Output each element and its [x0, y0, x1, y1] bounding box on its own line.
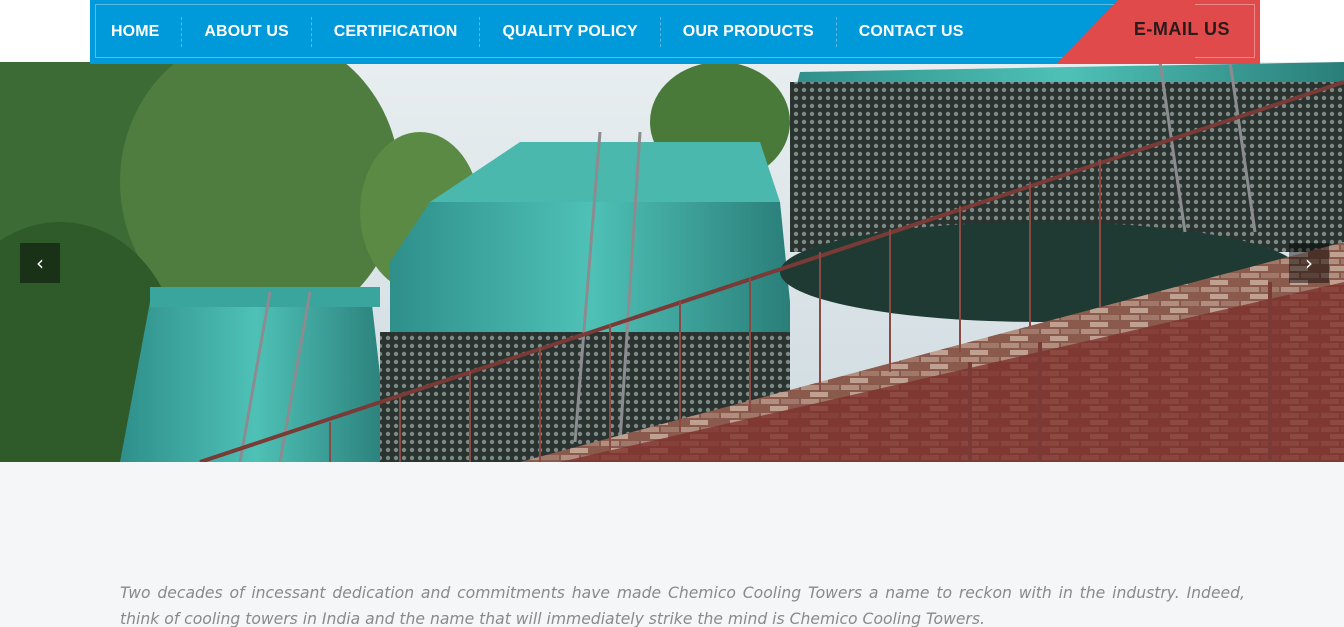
hero-image-cooling-towers	[0, 62, 1344, 462]
slider-prev-button[interactable]: ‹	[20, 243, 60, 283]
email-us-label[interactable]: E-MAIL US	[1134, 19, 1230, 40]
nav-certification[interactable]: CERTIFICATION	[312, 17, 481, 47]
nav-links: HOME ABOUT US CERTIFICATION QUALITY POLI…	[90, 0, 985, 64]
slider-next-button[interactable]: ›	[1289, 243, 1329, 283]
main-nav: HOME ABOUT US CERTIFICATION QUALITY POLI…	[90, 0, 1260, 64]
chevron-left-icon: ‹	[36, 251, 44, 275]
intro-text: Two decades of incessant dedication and …	[120, 584, 1245, 627]
nav-home[interactable]: HOME	[90, 17, 183, 47]
chevron-right-icon: ›	[1305, 251, 1313, 275]
nav-quality-policy[interactable]: QUALITY POLICY	[480, 17, 661, 47]
nav-contact-us[interactable]: CONTACT US	[837, 17, 986, 47]
nav-our-products[interactable]: OUR PRODUCTS	[661, 17, 837, 47]
nav-about-us[interactable]: ABOUT US	[182, 17, 312, 47]
email-us-button[interactable]: E-MAIL US	[1056, 0, 1260, 64]
hero-slider: ‹ ›	[0, 62, 1344, 462]
